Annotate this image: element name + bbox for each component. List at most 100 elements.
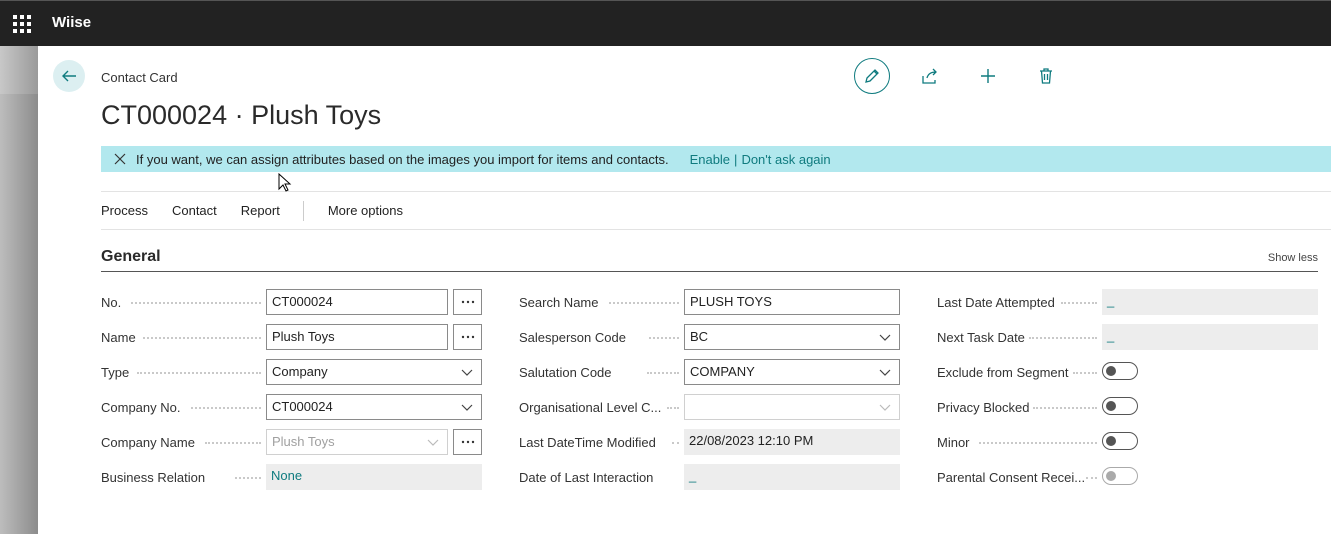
- company-name-value: Plush Toys: [272, 434, 335, 449]
- show-less-button[interactable]: Show less: [1268, 252, 1318, 264]
- field-minor: Minor: [937, 429, 1319, 455]
- field-label: Exclude from Segment: [937, 365, 1069, 380]
- field-company-name: Company Name Plush Toys: [101, 429, 482, 455]
- field-label: Company No.: [101, 400, 181, 415]
- field-label: Last Date Attempted: [937, 295, 1055, 310]
- next-task-date-value[interactable]: _: [1102, 324, 1318, 350]
- name-input[interactable]: Plush Toys: [266, 324, 448, 350]
- field-business-relation: Business Relation None: [101, 464, 482, 490]
- app-name: Wiise: [52, 14, 92, 31]
- date-last-interaction-value[interactable]: _: [684, 464, 900, 490]
- field-label: Organisational Level C...: [519, 400, 662, 415]
- arrow-left-icon: [62, 70, 76, 82]
- company-name-lookup-button[interactable]: [453, 429, 482, 455]
- chevron-down-icon: [461, 404, 473, 411]
- field-label: Salesperson Code: [519, 330, 626, 345]
- chevron-down-icon: [879, 404, 891, 411]
- field-label: Search Name: [519, 295, 599, 310]
- menu-process[interactable]: Process: [101, 203, 148, 218]
- menu-more-options[interactable]: More options: [328, 203, 403, 218]
- salutation-code-select[interactable]: COMPANY: [684, 359, 900, 385]
- share-icon: [922, 68, 937, 84]
- delete-button[interactable]: [1028, 58, 1064, 94]
- company-no-select[interactable]: CT000024: [266, 394, 482, 420]
- field-privacy-blocked: Privacy Blocked: [937, 394, 1319, 420]
- company-name-select: Plush Toys: [266, 429, 448, 455]
- organisational-level-select: [684, 394, 900, 420]
- field-label: No.: [101, 295, 122, 310]
- new-button[interactable]: [970, 58, 1006, 94]
- general-section-header: General Show less: [101, 246, 1318, 272]
- chevron-down-icon: [461, 369, 473, 376]
- minor-toggle[interactable]: [1102, 432, 1138, 450]
- chevron-down-icon: [879, 369, 891, 376]
- field-no: No. CT000024: [101, 289, 482, 315]
- field-label: Last DateTime Modified: [519, 435, 656, 450]
- field-salesperson-code: Salesperson Code BC: [519, 324, 901, 350]
- field-label: Minor: [937, 435, 970, 450]
- pencil-icon: [865, 69, 879, 83]
- share-button[interactable]: [912, 58, 948, 94]
- name-lookup-button[interactable]: [453, 324, 482, 350]
- privacy-blocked-toggle[interactable]: [1102, 397, 1138, 415]
- type-select[interactable]: Company: [266, 359, 482, 385]
- trash-icon: [1040, 68, 1052, 84]
- edit-button[interactable]: [854, 58, 890, 94]
- action-menu-bar: Process Contact Report More options: [101, 191, 1331, 230]
- last-datetime-modified-value: 22/08/2023 12:10 PM: [684, 429, 900, 455]
- salesperson-code-select[interactable]: BC: [684, 324, 900, 350]
- field-type: Type Company: [101, 359, 482, 385]
- back-button[interactable]: [53, 60, 85, 92]
- field-label: Company Name: [101, 435, 195, 450]
- type-value: Company: [272, 364, 328, 379]
- field-organisational-level: Organisational Level C...: [519, 394, 901, 420]
- business-relation-value[interactable]: None: [266, 464, 482, 490]
- field-label: Date of Last Interaction: [519, 470, 654, 485]
- section-title: General: [101, 248, 161, 265]
- page-title: CT000024 · Plush Toys: [101, 100, 382, 130]
- field-search-name: Search Name PLUSH TOYS: [519, 289, 901, 315]
- field-company-no: Company No. CT000024: [101, 394, 482, 420]
- chevron-down-icon: [427, 439, 439, 446]
- exclude-from-segment-toggle[interactable]: [1102, 362, 1138, 380]
- field-label: Name: [101, 330, 136, 345]
- company-no-value: CT000024: [272, 399, 333, 414]
- field-label: Parental Consent Recei...: [937, 470, 1086, 485]
- chevron-down-icon: [879, 334, 891, 341]
- background-page-edge: [0, 46, 38, 534]
- field-salutation-code: Salutation Code COMPANY: [519, 359, 901, 385]
- ellipsis-icon: [461, 440, 474, 444]
- field-label: Salutation Code: [519, 365, 612, 380]
- close-icon[interactable]: [114, 153, 126, 165]
- menu-contact[interactable]: Contact: [172, 203, 217, 218]
- mouse-cursor-icon: [278, 173, 292, 192]
- field-exclude-from-segment: Exclude from Segment: [937, 359, 1319, 385]
- action-icons: [854, 58, 1086, 94]
- enable-link[interactable]: Enable: [690, 152, 730, 167]
- app-launcher-icon[interactable]: [13, 15, 31, 33]
- field-name: Name Plush Toys: [101, 324, 482, 350]
- no-lookup-button[interactable]: [453, 289, 482, 315]
- notification-banner: If you want, we can assign attributes ba…: [101, 146, 1331, 172]
- banner-message: If you want, we can assign attributes ba…: [136, 151, 669, 167]
- last-date-attempted-value[interactable]: _: [1102, 289, 1318, 315]
- banner-separator: |: [734, 151, 738, 167]
- menu-report[interactable]: Report: [241, 203, 280, 218]
- ellipsis-icon: [461, 335, 474, 339]
- field-label: Business Relation: [101, 470, 206, 485]
- field-next-task-date: Next Task Date _: [937, 324, 1319, 350]
- no-input[interactable]: CT000024: [266, 289, 448, 315]
- field-label: Privacy Blocked: [937, 400, 1030, 415]
- field-parental-consent: Parental Consent Recei...: [937, 464, 1319, 490]
- search-name-input[interactable]: PLUSH TOYS: [684, 289, 900, 315]
- salutation-code-value: COMPANY: [690, 364, 755, 379]
- ellipsis-icon: [461, 300, 474, 304]
- breadcrumb: Contact Card: [101, 70, 178, 85]
- parental-consent-toggle: [1102, 467, 1138, 485]
- field-date-last-interaction: Date of Last Interaction _: [519, 464, 901, 490]
- salesperson-code-value: BC: [690, 329, 709, 344]
- field-last-date-attempted: Last Date Attempted _: [937, 289, 1319, 315]
- contact-card-page: Contact Card CT000024 · Plush Toys If yo…: [38, 46, 1331, 534]
- dont-ask-again-link[interactable]: Don't ask again: [741, 152, 830, 167]
- menu-divider: [302, 200, 304, 221]
